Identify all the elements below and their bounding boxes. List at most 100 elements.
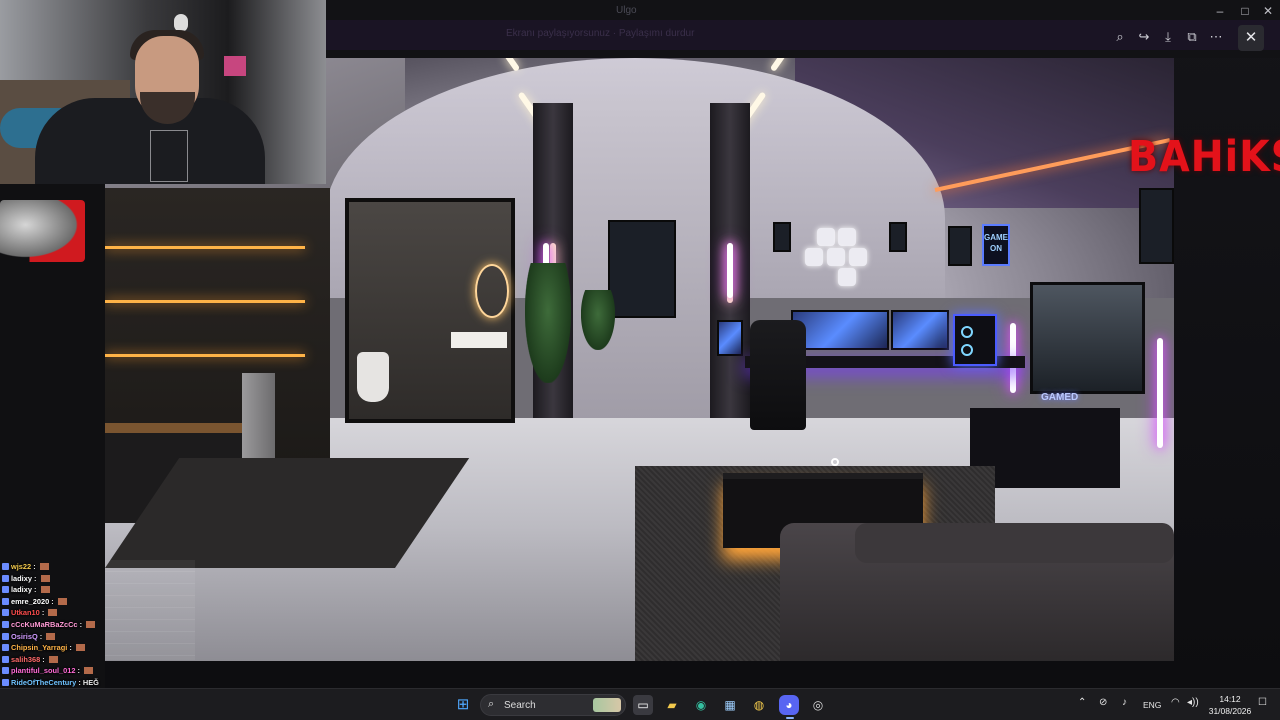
emote-icon xyxy=(46,632,56,640)
chat-username[interactable]: Chipsin_Yarragi xyxy=(11,643,67,652)
active-app-indicator xyxy=(786,717,794,719)
share-notice-text: Ekranı paylaşıyorsunuz · Paylaşımı durdu… xyxy=(506,28,695,39)
chat-separator: : xyxy=(77,619,85,629)
emote-icon xyxy=(84,667,94,675)
chat-separator: : xyxy=(31,585,39,595)
badge-icon xyxy=(2,586,9,594)
chat-username[interactable]: Utkan10 xyxy=(11,608,40,617)
emote-icon xyxy=(39,563,49,570)
chat-message: Chipsin_Yarragi : xyxy=(2,642,202,654)
gamed-sign: GAMED xyxy=(1041,392,1079,403)
chat-separator: : xyxy=(75,666,83,676)
emote-icon xyxy=(40,586,50,594)
chat-separator: : xyxy=(37,631,45,641)
search-icon: ⌕ xyxy=(488,698,495,710)
chat-separator: : xyxy=(39,608,47,618)
chat-message: salih368 : xyxy=(2,654,202,666)
emote-icon xyxy=(86,620,96,628)
emote-icon xyxy=(40,574,50,582)
toilet xyxy=(357,352,389,402)
badge-icon xyxy=(2,563,9,570)
badge-icon xyxy=(2,655,9,663)
close-icon[interactable]: ✕ xyxy=(1238,25,1264,51)
badge-icon xyxy=(2,620,9,628)
hex-lights xyxy=(805,228,880,288)
chat-username[interactable]: emre_2020 xyxy=(11,597,49,606)
search-box[interactable]: ⌕ Search xyxy=(480,694,626,716)
chat-username[interactable]: salih368 xyxy=(11,655,40,664)
language-indicator[interactable]: ENG xyxy=(1143,700,1161,710)
chat-message: cCcKuMaRBaZcCc : xyxy=(2,619,202,631)
search-label: Search xyxy=(504,700,536,711)
minimize-button[interactable]: – xyxy=(1210,4,1230,18)
chat-username[interactable]: wjs22 xyxy=(11,562,31,571)
task-view-icon[interactable]: ▭ xyxy=(633,695,653,715)
plant xyxy=(581,290,615,350)
chat-text: HEĞ xyxy=(82,677,99,687)
maximize-button[interactable]: □ xyxy=(1235,4,1255,18)
badge-icon xyxy=(2,667,9,675)
chat-separator: : xyxy=(67,643,74,653)
volume-icon[interactable]: ◂)) xyxy=(1187,697,1199,708)
chat-message: emre_2020 : xyxy=(2,596,202,608)
clock[interactable]: 14:12 31/08/2026 xyxy=(1207,693,1253,717)
chat-separator: : xyxy=(49,596,56,606)
chat-separator: : xyxy=(40,654,47,664)
gaming-pc xyxy=(953,314,997,366)
monitor xyxy=(891,310,949,350)
brand-logo: BAHiKS xyxy=(1128,132,1280,182)
viewer-title: Ulgo xyxy=(616,5,637,16)
badge-icon xyxy=(2,644,9,652)
chat-separator: : xyxy=(76,677,83,687)
mouse-cursor xyxy=(831,458,839,466)
windows-start-icon[interactable]: ⊞ xyxy=(453,695,473,715)
chat-username[interactable]: plantiful_soul_012 xyxy=(11,666,75,675)
share-icon[interactable]: ↪ xyxy=(1133,28,1155,46)
chat-separator: : xyxy=(31,573,39,583)
round-mirror xyxy=(475,264,509,318)
store-icon[interactable]: ▦ xyxy=(720,695,740,715)
chat-separator: : xyxy=(31,562,38,571)
sink xyxy=(451,332,507,348)
microphone-icon[interactable]: ♪ xyxy=(1122,697,1127,708)
obs-icon[interactable]: ◎ xyxy=(808,695,828,715)
chat-message: RideOfTheCentury : HEĞ xyxy=(2,677,202,689)
open-external-icon[interactable]: ⧉ xyxy=(1181,28,1203,46)
chat-message: ladixy : xyxy=(2,584,202,596)
more-icon[interactable]: ⋯ xyxy=(1205,28,1227,46)
emote-icon xyxy=(48,655,58,663)
plant xyxy=(525,263,571,383)
badge-icon xyxy=(2,609,9,617)
chat-username[interactable]: OsirisQ xyxy=(11,632,38,641)
badge-icon xyxy=(2,678,9,686)
edge-icon[interactable]: ◉ xyxy=(691,695,711,715)
file-explorer-icon[interactable]: ▰ xyxy=(662,695,682,715)
chat-username[interactable]: cCcKuMaRBaZcCc xyxy=(11,620,78,629)
gaming-chair xyxy=(750,320,806,430)
taskbar: ⊞ ⌕ Search ▭ ▰ ◉ ▦ ◍ ◕ ◎ ⌃ ⊘ ♪ ENG ◠ ◂))… xyxy=(0,688,1280,720)
search-highlight-icon xyxy=(593,698,621,712)
network-off-icon[interactable]: ⊘ xyxy=(1099,697,1107,708)
chat-username[interactable]: ladixy xyxy=(11,574,32,583)
discord-icon[interactable]: ◕ xyxy=(779,695,799,715)
emote-icon xyxy=(57,597,67,605)
chat-message: plantiful_soul_012 : xyxy=(2,665,202,677)
clock-date: 31/08/2026 xyxy=(1208,706,1252,716)
chat-message: OsirisQ : xyxy=(2,631,202,643)
chrome-icon[interactable]: ◍ xyxy=(749,695,769,715)
notification-icon[interactable]: ☐ xyxy=(1258,697,1267,708)
game-on-sign: GAME ON xyxy=(982,224,1010,266)
window-close-button[interactable]: ✕ xyxy=(1258,4,1278,18)
chat-username[interactable]: ladixy xyxy=(11,585,32,594)
chevron-up-icon[interactable]: ⌃ xyxy=(1078,697,1086,708)
flag-avatar xyxy=(0,200,85,262)
zoom-in-icon[interactable]: ⌕ xyxy=(1109,28,1131,46)
download-icon[interactable]: ⤓ xyxy=(1157,28,1179,46)
wifi-icon[interactable]: ◠ xyxy=(1171,697,1180,708)
bathroom xyxy=(345,198,515,423)
webcam-overlay xyxy=(0,0,326,184)
chat-username[interactable]: RideOfTheCentury xyxy=(11,678,76,687)
emote-icon xyxy=(48,609,58,617)
badge-icon xyxy=(2,632,9,640)
emote-icon xyxy=(75,644,85,652)
